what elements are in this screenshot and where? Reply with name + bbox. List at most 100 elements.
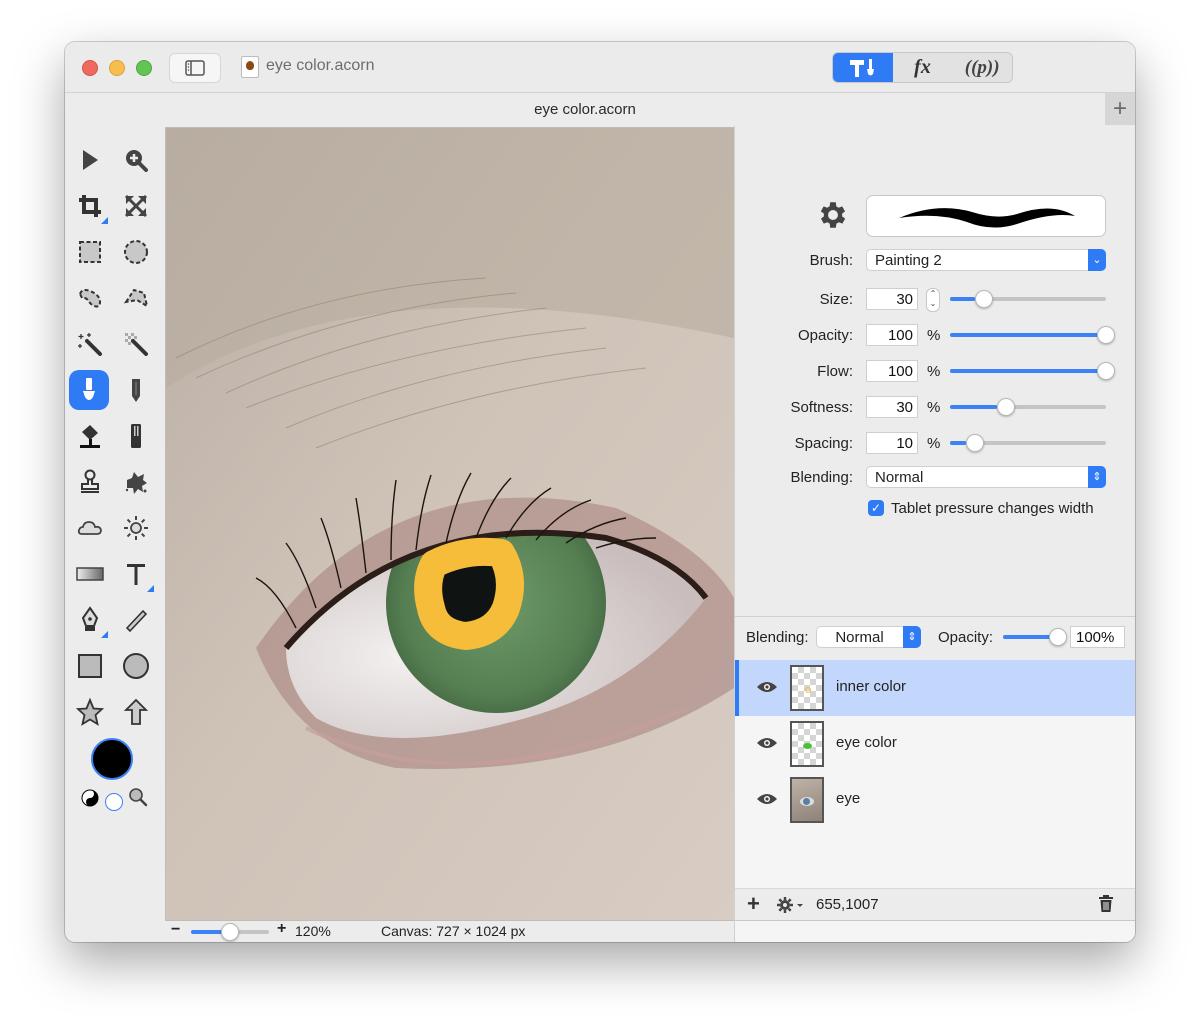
slider-knob[interactable] — [965, 434, 984, 452]
zoom-in-button[interactable]: + — [277, 920, 286, 938]
color-picker-magnifier-icon[interactable] — [128, 787, 148, 807]
setting-value-field[interactable]: 10 — [866, 432, 918, 454]
pencil-tool[interactable] — [116, 370, 156, 410]
setting-value-field[interactable]: 30 — [866, 288, 918, 310]
setting-value-field[interactable]: 100 — [866, 360, 918, 382]
ellipse-select-tool[interactable] — [116, 232, 156, 272]
arrow-tool[interactable] — [116, 692, 156, 732]
foreground-color-well[interactable] — [91, 738, 133, 780]
layers-header: Blending: Normal ⇕ Opacity: 100% — [735, 616, 1135, 660]
layer-row[interactable]: eye — [735, 772, 1135, 828]
rectangle-tool[interactable] — [70, 646, 110, 686]
filters-segment[interactable]: fx — [893, 53, 953, 82]
rect-select-tool[interactable] — [70, 232, 110, 272]
tablet-pressure-checkbox[interactable]: ✓ — [868, 500, 884, 516]
minimize-button[interactable] — [109, 60, 125, 76]
size-stepper[interactable]: ⌃ ⌄ — [926, 288, 940, 312]
slider-knob[interactable] — [974, 290, 993, 308]
toggle-sidebar-button[interactable] — [169, 53, 221, 83]
canvas-size: Canvas: 727 × 1024 px — [381, 923, 526, 939]
layer-row[interactable]: inner color — [735, 660, 1135, 716]
close-button[interactable] — [82, 60, 98, 76]
swap-colors-icon[interactable] — [81, 789, 99, 807]
submenu-indicator — [147, 585, 154, 592]
paint-bucket-tool[interactable] — [70, 416, 110, 456]
zoom-tool[interactable] — [116, 140, 156, 180]
smudge-tool[interactable] — [116, 462, 156, 502]
cloud-icon — [77, 521, 102, 535]
pen-tool[interactable] — [70, 600, 110, 640]
add-layer-button[interactable]: + — [747, 891, 760, 917]
setting-value-field[interactable]: 100 — [866, 324, 918, 346]
lasso-icon — [78, 289, 102, 308]
setting-slider[interactable] — [950, 397, 1106, 417]
slider-knob[interactable] — [996, 398, 1015, 416]
polygon-lasso-tool[interactable] — [116, 278, 156, 318]
oval-tool[interactable] — [116, 646, 156, 686]
sun-icon — [124, 516, 148, 540]
circle-shape-icon — [123, 653, 149, 679]
background-color-well[interactable] — [105, 793, 123, 811]
brush-preview[interactable] — [866, 195, 1106, 237]
layer-opacity-slider[interactable] — [1003, 627, 1067, 647]
star-tool[interactable] — [70, 692, 110, 732]
zoom-window-button[interactable] — [136, 60, 152, 76]
slider-knob[interactable] — [221, 923, 239, 941]
clone-stamp-tool[interactable] — [70, 462, 110, 502]
rect-marquee-icon — [79, 241, 101, 263]
brush-tool[interactable] — [69, 370, 109, 410]
arrow-cursor-icon — [83, 150, 98, 170]
setting-slider[interactable] — [950, 289, 1106, 309]
blending-popup[interactable]: Normal ⇕ — [866, 466, 1106, 488]
zoom-slider[interactable] — [191, 922, 269, 942]
setting-label: Spacing: — [794, 435, 853, 452]
zoom-out-button[interactable]: − — [171, 921, 180, 939]
select-tool[interactable] — [70, 140, 110, 180]
unit-label: % — [927, 399, 941, 416]
visibility-eye-icon[interactable] — [757, 680, 777, 694]
layer-opacity-field[interactable]: 100% — [1070, 626, 1125, 648]
setting-slider[interactable] — [950, 325, 1115, 345]
burn-tool[interactable] — [70, 508, 110, 548]
text-tool[interactable] — [116, 554, 156, 594]
trash-icon[interactable] — [1098, 895, 1114, 913]
updown-chevron-icon: ⇕ — [1088, 466, 1106, 488]
setting-slider[interactable] — [950, 433, 1106, 453]
new-tab-button[interactable]: + — [1105, 93, 1135, 125]
instant-alpha-tool[interactable] — [116, 324, 156, 364]
layer-thumbnail — [790, 665, 824, 711]
slider-knob[interactable] — [1049, 628, 1067, 646]
submenu-indicator — [101, 631, 108, 638]
tools-segment[interactable] — [833, 53, 893, 82]
setting-slider[interactable] — [950, 361, 1115, 381]
sidebar-icon — [185, 60, 205, 76]
brush-label: Brush: — [809, 252, 853, 269]
layer-row[interactable]: eye color — [735, 716, 1135, 772]
eraser-tool[interactable] — [116, 416, 156, 456]
transform-tool[interactable] — [116, 186, 156, 226]
line-tool[interactable] — [116, 600, 156, 640]
plugins-segment[interactable]: ((p)) — [952, 53, 1012, 82]
unit-label: % — [927, 327, 941, 344]
magic-wand-tool[interactable] — [70, 324, 110, 364]
lasso-tool[interactable] — [70, 278, 110, 318]
splatter-icon — [125, 472, 147, 494]
crop-tool[interactable] — [70, 186, 110, 226]
visibility-eye-icon[interactable] — [757, 736, 777, 750]
brush-popup[interactable]: Painting 2 ⌄ — [866, 249, 1106, 271]
visibility-eye-icon[interactable] — [757, 792, 777, 806]
gradient-tool[interactable] — [70, 554, 110, 594]
image-canvas[interactable] — [165, 127, 735, 921]
gradient-icon — [76, 567, 104, 581]
brush-settings-gear-icon[interactable] — [816, 198, 850, 232]
layer-actions-gear-icon[interactable] — [776, 896, 806, 914]
dodge-tool[interactable] — [116, 508, 156, 548]
brush-icon — [83, 378, 95, 400]
eraser-icon — [131, 424, 141, 448]
document-tab[interactable]: eye color.acorn — [65, 101, 1105, 118]
layer-blending-popup[interactable]: Normal ⇕ — [816, 626, 921, 648]
title-bar: eye color.acorn fx ((p)) — [65, 42, 1135, 93]
setting-value-field[interactable]: 30 — [866, 396, 918, 418]
slider-knob[interactable] — [1097, 326, 1115, 344]
slider-knob[interactable] — [1097, 362, 1115, 380]
